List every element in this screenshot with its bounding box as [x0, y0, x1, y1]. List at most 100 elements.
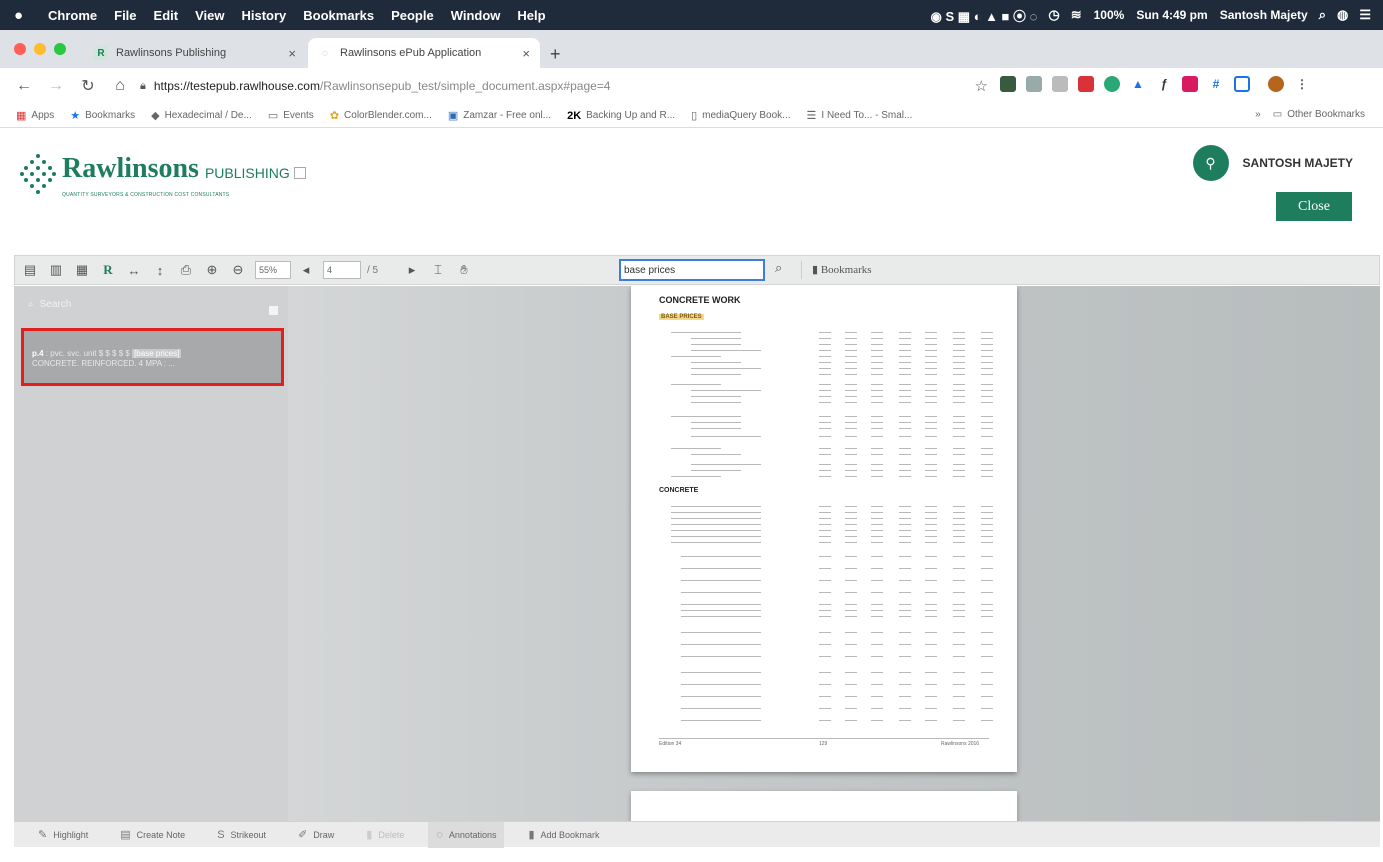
two-page-icon[interactable]: ▥ — [45, 259, 67, 281]
zoom-level-input[interactable]: 55% — [255, 261, 291, 279]
bookmarks-button[interactable]: ▮ Bookmarks — [812, 263, 872, 276]
bookmark-events[interactable]: ▭ Events — [268, 109, 314, 122]
menubar-user[interactable]: Santosh Majety — [1220, 8, 1308, 22]
menu-people[interactable]: People — [391, 8, 434, 23]
search-result-item[interactable]: p.4 : pvc. svc. unit $ $ $ $ $ [base pri… — [21, 328, 284, 386]
siri-icon[interactable]: ◍ — [1337, 7, 1348, 23]
back-icon[interactable]: ← — [16, 77, 32, 95]
highlight-button[interactable]: ✎ Highlight — [30, 822, 96, 848]
menu-window[interactable]: Window — [451, 8, 501, 23]
profile-avatar[interactable] — [1268, 76, 1284, 92]
document-viewer[interactable]: CONCRETE WORK BASE PRICES CONCRETE Editi… — [288, 286, 1380, 821]
apple-icon[interactable]: ● — [14, 7, 28, 24]
extension-icon[interactable]: # — [1208, 76, 1224, 92]
search-icon[interactable]: ⌕ — [775, 260, 782, 276]
bookmark-i-need-to[interactable]: ☰ I Need To... - Smal... — [807, 109, 913, 122]
extension-icon[interactable] — [1000, 76, 1016, 92]
chrome-menu-icon[interactable]: ⋮ — [1294, 76, 1310, 92]
address-bar[interactable]: 🔒︎ https://testepub.rawlhouse.com /Rawli… — [140, 74, 990, 98]
zoom-out-icon[interactable]: ⊖ — [227, 259, 249, 281]
close-search-panel-icon[interactable] — [269, 306, 278, 315]
extension-icon[interactable] — [1104, 76, 1120, 92]
forward-icon[interactable]: → — [48, 77, 64, 95]
single-page-icon[interactable]: ▤ — [19, 259, 41, 281]
strikeout-button[interactable]: S Strikeout — [209, 822, 274, 848]
bookmark-mediaquery[interactable]: ▯ mediaQuery Book... — [691, 109, 790, 122]
fit-height-icon[interactable]: ↕ — [149, 259, 171, 281]
bookmark-bookmarks[interactable]: ★ Bookmarks — [70, 109, 135, 122]
table-text-line — [953, 530, 965, 531]
print-icon[interactable]: ⎙ — [175, 259, 197, 281]
menu-bar: ● Chrome File Edit View History Bookmark… — [0, 0, 1383, 30]
menu-file[interactable]: File — [114, 8, 136, 23]
extension-icon[interactable]: ƒ — [1156, 76, 1172, 92]
table-text-line — [981, 454, 993, 455]
notification-center-icon[interactable]: ☰ — [1359, 7, 1371, 23]
lock-icon[interactable]: 🔒︎ — [140, 80, 146, 93]
other-bookmarks[interactable]: » ▭ Other Bookmarks — [1255, 109, 1365, 120]
status-icons[interactable]: ◉ S ▦ ◐ ▲ ■ ⦿ ◌ — [930, 6, 1037, 25]
close-window-button[interactable] — [14, 43, 26, 55]
new-tab-button[interactable]: + — [550, 44, 561, 65]
zoom-in-icon[interactable]: ⊕ — [201, 259, 223, 281]
menu-view[interactable]: View — [195, 8, 224, 23]
table-text-line — [899, 542, 911, 543]
close-tab-icon[interactable]: × — [522, 46, 530, 61]
battery-level[interactable]: 100% — [1094, 8, 1125, 22]
add-bookmark-button[interactable]: ▮ Add Bookmark — [520, 822, 607, 848]
bookmark-apps[interactable]: ▦ Apps — [16, 109, 54, 122]
table-text-line — [925, 344, 937, 345]
previous-page-icon[interactable]: ◂ — [295, 259, 317, 281]
table-text-line — [953, 448, 965, 449]
page-footer-left: Edition 34 — [659, 741, 682, 747]
extension-icon[interactable] — [1052, 76, 1068, 92]
menubar-clock[interactable]: Sun 4:49 pm — [1136, 8, 1207, 22]
table-text-line — [681, 616, 761, 617]
home-icon[interactable]: ⌂ — [112, 77, 128, 95]
create-note-button[interactable]: ▤ Create Note — [112, 822, 193, 848]
pan-hand-icon[interactable]: ✋︎ — [453, 259, 475, 281]
close-tab-icon[interactable]: × — [288, 46, 296, 61]
wifi-icon[interactable]: ≋ — [1071, 7, 1082, 23]
draw-button[interactable]: ✐ Draw — [290, 822, 342, 848]
menu-edit[interactable]: Edit — [154, 8, 179, 23]
tab-epub-application[interactable]: ◌ Rawlinsons ePub Application × — [308, 38, 540, 68]
reload-icon[interactable]: ↻ — [80, 76, 96, 96]
minimize-window-button[interactable] — [34, 43, 46, 55]
table-text-line — [981, 720, 993, 721]
next-document-page[interactable] — [631, 791, 1017, 821]
extension-icon[interactable] — [1078, 76, 1094, 92]
bookmark-zamzar[interactable]: ▣ Zamzar - Free onl... — [448, 109, 551, 122]
chevron-double-icon[interactable]: » — [1255, 109, 1261, 120]
text-select-icon[interactable]: ⌶ — [427, 259, 449, 281]
document-search-input[interactable] — [619, 259, 765, 281]
zoom-window-button[interactable] — [54, 43, 66, 55]
tab-rawlinsons-publishing[interactable]: R Rawlinsons Publishing × — [84, 38, 306, 68]
bookmark-hexadecimal[interactable]: ◆ Hexadecimal / De... — [151, 109, 252, 122]
menu-chrome[interactable]: Chrome — [48, 8, 97, 23]
document-page[interactable]: CONCRETE WORK BASE PRICES CONCRETE Editi… — [631, 286, 1017, 772]
menu-bookmarks[interactable]: Bookmarks — [303, 8, 374, 23]
extension-icon[interactable]: ▲ — [1130, 76, 1146, 92]
delete-button[interactable]: ▮ Delete — [358, 822, 412, 848]
menu-help[interactable]: Help — [517, 8, 545, 23]
close-button[interactable]: Close — [1276, 192, 1352, 221]
user-avatar-icon[interactable]: ⚲ — [1192, 145, 1229, 181]
annotations-button[interactable]: ◌ Annotations — [428, 821, 505, 848]
thumbnails-icon[interactable]: ▦ — [71, 259, 93, 281]
bookmark-colorblender[interactable]: ✿ ColorBlender.com... — [330, 109, 432, 122]
clock-icon[interactable]: ◷ — [1048, 7, 1059, 23]
extension-icon[interactable] — [1234, 76, 1250, 92]
user-profile[interactable]: ⚲ SANTOSH MAJETY — [1192, 145, 1353, 181]
page-number-input[interactable]: 4 — [323, 261, 361, 279]
next-page-icon[interactable]: ▸ — [401, 259, 423, 281]
fit-width-icon[interactable]: ↔ — [123, 259, 145, 281]
rawlinsons-r-icon[interactable]: R — [97, 259, 119, 281]
extension-icon[interactable] — [1182, 76, 1198, 92]
menu-history[interactable]: History — [241, 8, 286, 23]
spotlight-icon[interactable]: ⌕ — [1319, 7, 1326, 23]
bookmark-backing-up[interactable]: 2K Backing Up and R... — [567, 110, 675, 122]
extension-icon[interactable] — [1026, 76, 1042, 92]
bookmark-star-icon[interactable]: ☆ — [975, 77, 988, 95]
rawlinsons-logo[interactable]: Rawlinsons PUBLISHING QUANTITY SURVEYORS… — [20, 152, 306, 200]
